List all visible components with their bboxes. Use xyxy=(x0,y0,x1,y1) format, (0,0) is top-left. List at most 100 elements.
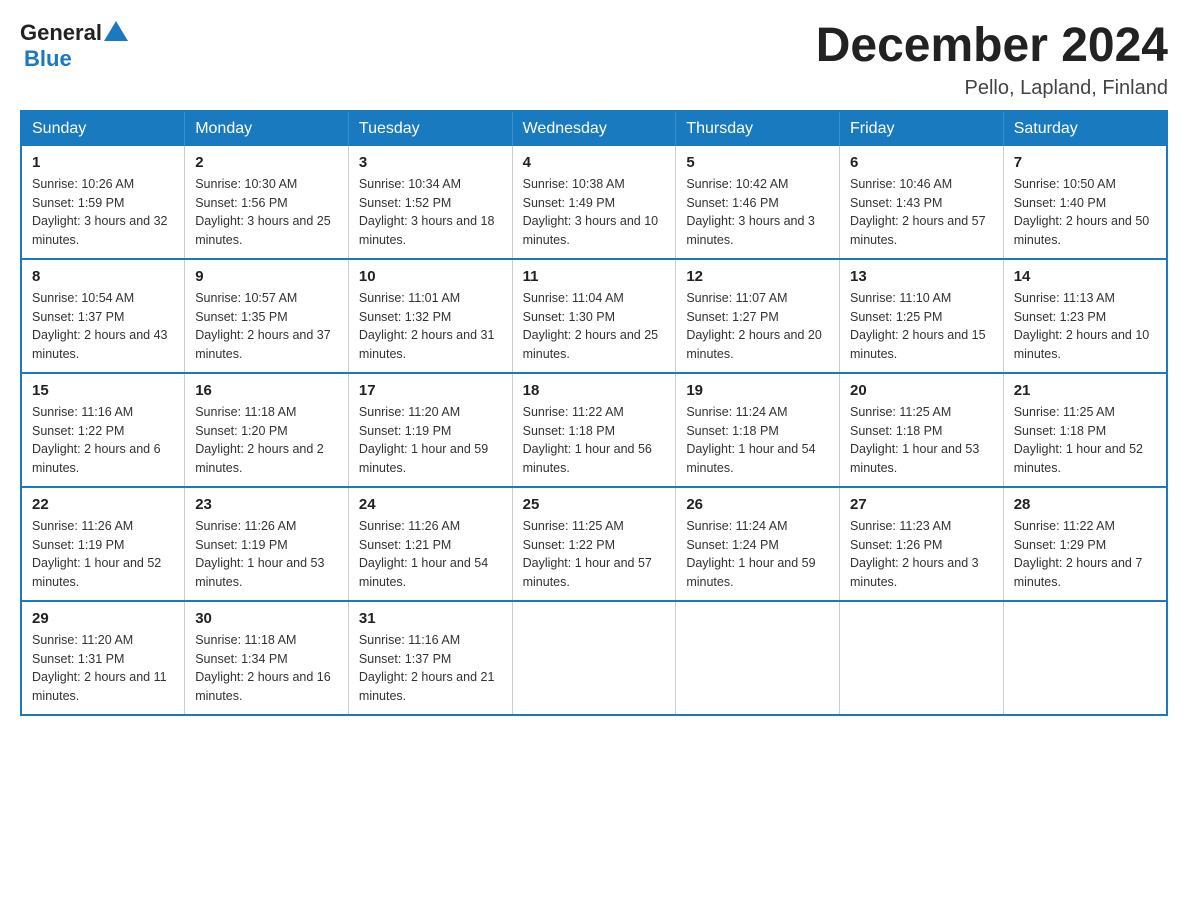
day-info: Sunrise: 10:42 AM Sunset: 1:46 PM Daylig… xyxy=(686,175,829,250)
logo: General Blue xyxy=(20,20,130,72)
col-monday: Monday xyxy=(185,111,349,146)
day-number: 11 xyxy=(523,268,666,285)
calendar-week-row: 1 Sunrise: 10:26 AM Sunset: 1:59 PM Dayl… xyxy=(21,146,1167,259)
day-number: 29 xyxy=(32,610,174,627)
table-row xyxy=(676,601,840,715)
table-row: 15 Sunrise: 11:16 AM Sunset: 1:22 PM Day… xyxy=(21,373,185,487)
calendar-week-row: 29 Sunrise: 11:20 AM Sunset: 1:31 PM Day… xyxy=(21,601,1167,715)
day-info: Sunrise: 10:38 AM Sunset: 1:49 PM Daylig… xyxy=(523,175,666,250)
day-number: 9 xyxy=(195,268,338,285)
table-row: 9 Sunrise: 10:57 AM Sunset: 1:35 PM Dayl… xyxy=(185,259,349,373)
day-number: 1 xyxy=(32,154,174,171)
day-number: 3 xyxy=(359,154,502,171)
table-row: 26 Sunrise: 11:24 AM Sunset: 1:24 PM Day… xyxy=(676,487,840,601)
day-info: Sunrise: 11:26 AM Sunset: 1:21 PM Daylig… xyxy=(359,517,502,592)
table-row: 22 Sunrise: 11:26 AM Sunset: 1:19 PM Day… xyxy=(21,487,185,601)
day-number: 23 xyxy=(195,496,338,513)
day-info: Sunrise: 11:26 AM Sunset: 1:19 PM Daylig… xyxy=(195,517,338,592)
day-number: 14 xyxy=(1014,268,1156,285)
day-info: Sunrise: 11:01 AM Sunset: 1:32 PM Daylig… xyxy=(359,289,502,364)
col-friday: Friday xyxy=(840,111,1004,146)
day-number: 28 xyxy=(1014,496,1156,513)
day-info: Sunrise: 10:46 AM Sunset: 1:43 PM Daylig… xyxy=(850,175,993,250)
col-sunday: Sunday xyxy=(21,111,185,146)
calendar-week-row: 22 Sunrise: 11:26 AM Sunset: 1:19 PM Day… xyxy=(21,487,1167,601)
table-row: 1 Sunrise: 10:26 AM Sunset: 1:59 PM Dayl… xyxy=(21,146,185,259)
day-number: 25 xyxy=(523,496,666,513)
col-wednesday: Wednesday xyxy=(512,111,676,146)
day-info: Sunrise: 11:20 AM Sunset: 1:31 PM Daylig… xyxy=(32,631,174,706)
logo-triangle-icon xyxy=(104,21,128,41)
table-row: 8 Sunrise: 10:54 AM Sunset: 1:37 PM Dayl… xyxy=(21,259,185,373)
day-info: Sunrise: 11:18 AM Sunset: 1:34 PM Daylig… xyxy=(195,631,338,706)
table-row: 28 Sunrise: 11:22 AM Sunset: 1:29 PM Day… xyxy=(1003,487,1167,601)
table-row xyxy=(840,601,1004,715)
day-info: Sunrise: 11:23 AM Sunset: 1:26 PM Daylig… xyxy=(850,517,993,592)
day-number: 15 xyxy=(32,382,174,399)
day-number: 13 xyxy=(850,268,993,285)
day-number: 5 xyxy=(686,154,829,171)
table-row: 30 Sunrise: 11:18 AM Sunset: 1:34 PM Day… xyxy=(185,601,349,715)
title-section: December 2024 Pello, Lapland, Finland xyxy=(816,20,1168,100)
table-row: 21 Sunrise: 11:25 AM Sunset: 1:18 PM Day… xyxy=(1003,373,1167,487)
table-row: 27 Sunrise: 11:23 AM Sunset: 1:26 PM Day… xyxy=(840,487,1004,601)
day-info: Sunrise: 11:07 AM Sunset: 1:27 PM Daylig… xyxy=(686,289,829,364)
day-number: 24 xyxy=(359,496,502,513)
table-row: 7 Sunrise: 10:50 AM Sunset: 1:40 PM Dayl… xyxy=(1003,146,1167,259)
day-number: 27 xyxy=(850,496,993,513)
table-row: 31 Sunrise: 11:16 AM Sunset: 1:37 PM Day… xyxy=(348,601,512,715)
col-thursday: Thursday xyxy=(676,111,840,146)
day-number: 4 xyxy=(523,154,666,171)
table-row xyxy=(512,601,676,715)
day-number: 6 xyxy=(850,154,993,171)
location: Pello, Lapland, Finland xyxy=(816,77,1168,100)
table-row: 19 Sunrise: 11:24 AM Sunset: 1:18 PM Day… xyxy=(676,373,840,487)
day-number: 12 xyxy=(686,268,829,285)
table-row: 29 Sunrise: 11:20 AM Sunset: 1:31 PM Day… xyxy=(21,601,185,715)
table-row: 12 Sunrise: 11:07 AM Sunset: 1:27 PM Day… xyxy=(676,259,840,373)
table-row xyxy=(1003,601,1167,715)
table-row: 6 Sunrise: 10:46 AM Sunset: 1:43 PM Dayl… xyxy=(840,146,1004,259)
day-number: 7 xyxy=(1014,154,1156,171)
day-info: Sunrise: 11:24 AM Sunset: 1:24 PM Daylig… xyxy=(686,517,829,592)
page-header: General Blue December 2024 Pello, Laplan… xyxy=(20,20,1168,100)
table-row: 16 Sunrise: 11:18 AM Sunset: 1:20 PM Day… xyxy=(185,373,349,487)
table-row: 10 Sunrise: 11:01 AM Sunset: 1:32 PM Day… xyxy=(348,259,512,373)
day-number: 21 xyxy=(1014,382,1156,399)
day-number: 20 xyxy=(850,382,993,399)
table-row: 23 Sunrise: 11:26 AM Sunset: 1:19 PM Day… xyxy=(185,487,349,601)
day-info: Sunrise: 10:34 AM Sunset: 1:52 PM Daylig… xyxy=(359,175,502,250)
table-row: 2 Sunrise: 10:30 AM Sunset: 1:56 PM Dayl… xyxy=(185,146,349,259)
calendar-table: Sunday Monday Tuesday Wednesday Thursday… xyxy=(20,110,1168,716)
day-info: Sunrise: 10:57 AM Sunset: 1:35 PM Daylig… xyxy=(195,289,338,364)
table-row: 18 Sunrise: 11:22 AM Sunset: 1:18 PM Day… xyxy=(512,373,676,487)
logo-blue-text: Blue xyxy=(24,46,72,72)
col-saturday: Saturday xyxy=(1003,111,1167,146)
day-info: Sunrise: 11:04 AM Sunset: 1:30 PM Daylig… xyxy=(523,289,666,364)
calendar-week-row: 8 Sunrise: 10:54 AM Sunset: 1:37 PM Dayl… xyxy=(21,259,1167,373)
day-number: 10 xyxy=(359,268,502,285)
table-row: 11 Sunrise: 11:04 AM Sunset: 1:30 PM Day… xyxy=(512,259,676,373)
day-number: 16 xyxy=(195,382,338,399)
table-row: 17 Sunrise: 11:20 AM Sunset: 1:19 PM Day… xyxy=(348,373,512,487)
table-row: 14 Sunrise: 11:13 AM Sunset: 1:23 PM Day… xyxy=(1003,259,1167,373)
day-number: 2 xyxy=(195,154,338,171)
day-info: Sunrise: 10:26 AM Sunset: 1:59 PM Daylig… xyxy=(32,175,174,250)
day-info: Sunrise: 11:25 AM Sunset: 1:18 PM Daylig… xyxy=(1014,403,1156,478)
day-number: 8 xyxy=(32,268,174,285)
day-info: Sunrise: 11:16 AM Sunset: 1:37 PM Daylig… xyxy=(359,631,502,706)
day-info: Sunrise: 11:22 AM Sunset: 1:18 PM Daylig… xyxy=(523,403,666,478)
day-info: Sunrise: 11:24 AM Sunset: 1:18 PM Daylig… xyxy=(686,403,829,478)
day-number: 17 xyxy=(359,382,502,399)
table-row: 25 Sunrise: 11:25 AM Sunset: 1:22 PM Day… xyxy=(512,487,676,601)
logo-general-text: General xyxy=(20,20,102,46)
table-row: 20 Sunrise: 11:25 AM Sunset: 1:18 PM Day… xyxy=(840,373,1004,487)
day-info: Sunrise: 11:22 AM Sunset: 1:29 PM Daylig… xyxy=(1014,517,1156,592)
day-number: 22 xyxy=(32,496,174,513)
day-info: Sunrise: 11:25 AM Sunset: 1:18 PM Daylig… xyxy=(850,403,993,478)
day-number: 31 xyxy=(359,610,502,627)
calendar-header-row: Sunday Monday Tuesday Wednesday Thursday… xyxy=(21,111,1167,146)
table-row: 4 Sunrise: 10:38 AM Sunset: 1:49 PM Dayl… xyxy=(512,146,676,259)
day-info: Sunrise: 11:25 AM Sunset: 1:22 PM Daylig… xyxy=(523,517,666,592)
col-tuesday: Tuesday xyxy=(348,111,512,146)
